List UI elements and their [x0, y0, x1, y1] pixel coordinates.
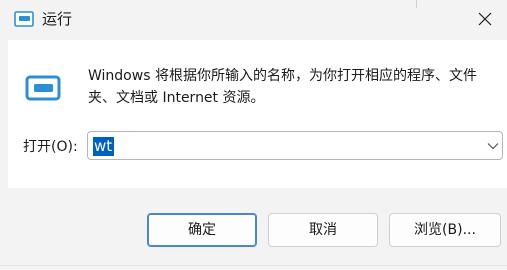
open-label: 打开(O): — [23, 139, 78, 155]
open-input[interactable]: wt — [94, 136, 112, 156]
chevron-down-icon[interactable] — [486, 141, 500, 151]
description-text: Windows 将根据你所输入的名称，为你打开相应的程序、文件夹、文档或 Int… — [88, 68, 477, 106]
browse-button[interactable]: 浏览(B)... — [389, 213, 501, 247]
title-bar[interactable]: 运行 — [0, 0, 507, 40]
cancel-button[interactable]: 取消 — [268, 213, 378, 247]
run-program-icon — [24, 74, 62, 102]
run-dialog: 运行 Windows 将根据你所输入的名称，为你打开相应的程序、文件夹、文档或 … — [0, 0, 507, 270]
ok-button[interactable]: 确定 — [147, 213, 257, 247]
close-icon — [478, 12, 492, 26]
window-title: 运行 — [42, 10, 73, 28]
close-button[interactable] — [462, 0, 507, 40]
run-icon — [14, 11, 34, 27]
open-combobox[interactable]: wt — [87, 131, 503, 160]
bottom-divider — [0, 265, 507, 266]
dialog-content: Windows 将根据你所输入的名称，为你打开相应的程序、文件夹、文档或 Int… — [8, 40, 507, 188]
